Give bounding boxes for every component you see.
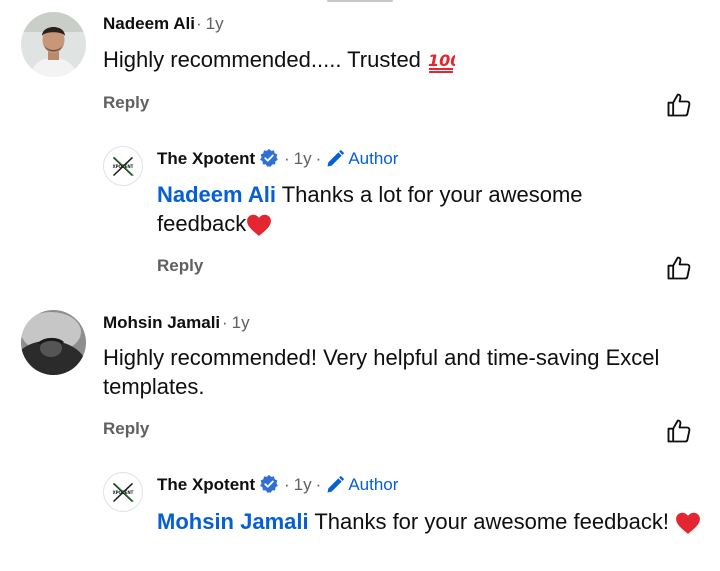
meta-separator: · <box>284 149 290 168</box>
verified-badge-icon <box>260 474 278 493</box>
avatar[interactable] <box>21 310 86 375</box>
meta-separator: · <box>315 475 322 494</box>
comment-age: · 1y <box>222 313 250 333</box>
comment-age-text: 1y <box>231 313 250 332</box>
author-badge-label: Author <box>348 475 399 494</box>
red-heart-icon <box>676 512 700 535</box>
reply-age: 1y <box>293 475 312 494</box>
reply-age: 1y <box>293 149 312 168</box>
pencil-icon <box>327 475 345 493</box>
comment-text: Highly recommended..... Trusted 100 <box>103 45 455 74</box>
comment-author[interactable]: Nadeem Ali <box>103 14 195 34</box>
comment-text: Highly recommended! Very helpful and tim… <box>103 345 660 399</box>
reply-button[interactable]: Reply <box>103 93 149 113</box>
meta-separator: · <box>222 313 228 332</box>
meta-separator: · <box>315 149 322 168</box>
meta-separator: · <box>284 475 290 494</box>
channel-logo-text: XPOTENT <box>113 164 134 169</box>
hundred-points-icon: 100 <box>428 51 455 74</box>
comment-text-body: Highly recommended..... Trusted <box>103 47 421 72</box>
mention-link[interactable]: Mohsin Jamali <box>157 509 309 534</box>
comment-age-text: 1y <box>205 14 224 33</box>
channel-logo-text: XPOTENT <box>113 490 134 495</box>
reply-text-body: Thanks for your awesome feedback! <box>314 509 669 534</box>
reply-button[interactable]: Reply <box>103 419 149 439</box>
thumbs-up-icon[interactable] <box>665 91 693 119</box>
reply-text: Nadeem Ali Thanks a lot for your awesome… <box>157 180 627 238</box>
channel-avatar[interactable]: XPOTENT <box>103 472 143 512</box>
red-heart-icon <box>247 214 272 237</box>
verified-badge-icon <box>260 148 278 167</box>
svg-text:100: 100 <box>428 51 455 70</box>
reply-text: Mohsin Jamali Thanks for your awesome fe… <box>157 507 707 536</box>
author-badge-label: Author <box>348 149 399 168</box>
mention-link[interactable]: Nadeem Ali <box>157 182 276 207</box>
pencil-icon <box>327 149 345 167</box>
thumbs-up-icon[interactable] <box>665 417 693 445</box>
comment-age: · 1y <box>196 14 224 34</box>
drag-handle[interactable] <box>327 0 393 2</box>
reply-meta: · 1y · Author <box>284 475 398 495</box>
channel-avatar[interactable]: XPOTENT <box>103 146 143 186</box>
comment-author[interactable]: Mohsin Jamali <box>103 313 220 333</box>
thumbs-up-icon[interactable] <box>665 254 693 282</box>
avatar[interactable] <box>21 12 86 77</box>
reply-author[interactable]: The Xpotent <box>157 475 255 495</box>
author-badge: Author <box>325 475 398 495</box>
author-badge: Author <box>325 149 398 169</box>
reply-author[interactable]: The Xpotent <box>157 149 255 169</box>
meta-separator: · <box>196 14 202 33</box>
reply-meta: · 1y · Author <box>284 149 398 169</box>
reply-button[interactable]: Reply <box>157 256 203 276</box>
